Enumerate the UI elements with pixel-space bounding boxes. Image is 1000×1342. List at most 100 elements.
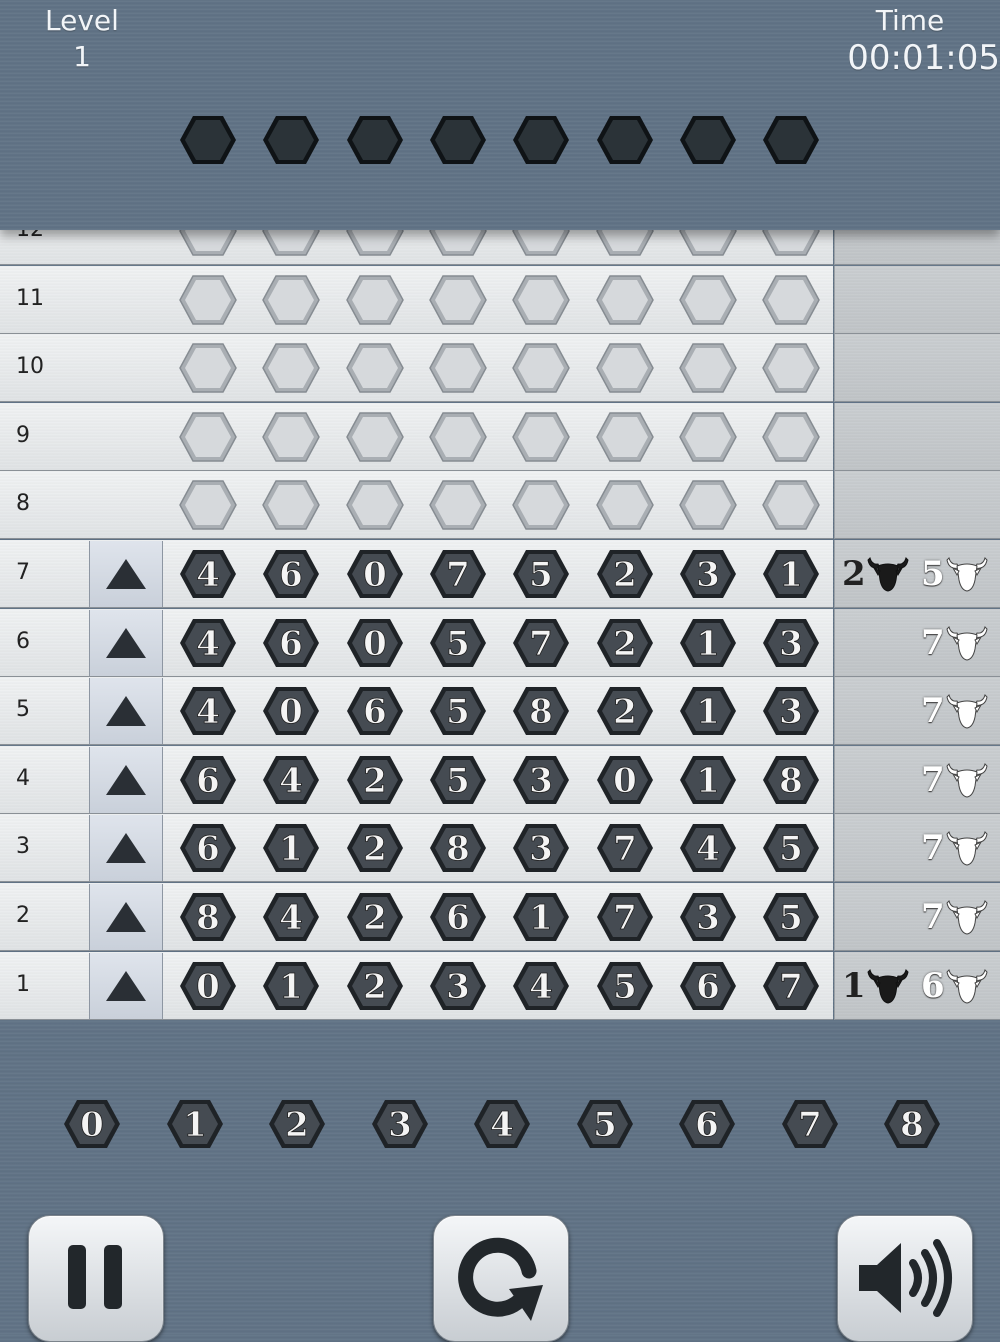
digit-key-8[interactable]: 8 — [882, 1098, 942, 1150]
empty-peg-slot[interactable] — [428, 479, 488, 531]
peg-digit: 1 — [279, 967, 303, 1007]
empty-peg-slot[interactable] — [678, 274, 738, 326]
peg-digit: 7 — [613, 898, 637, 938]
guess-peg: 4 — [178, 685, 238, 737]
submit-guess-button[interactable] — [89, 815, 163, 882]
empty-peg-slot[interactable] — [678, 342, 738, 394]
empty-peg-slot[interactable] — [595, 342, 655, 394]
empty-peg-slot[interactable] — [678, 230, 738, 257]
peg-digit: 6 — [695, 1105, 719, 1145]
triangle-up-icon — [106, 559, 146, 589]
empty-peg-slot[interactable] — [261, 411, 321, 463]
digit-key-6[interactable]: 6 — [677, 1098, 737, 1150]
empty-peg-slot[interactable] — [345, 230, 405, 257]
restart-button[interactable] — [433, 1215, 569, 1342]
guess-peg: 2 — [595, 548, 655, 600]
submit-guess-button[interactable] — [89, 678, 163, 745]
empty-peg-slot[interactable] — [428, 411, 488, 463]
peg-digit: 7 — [529, 624, 553, 664]
empty-peg-slot[interactable] — [345, 479, 405, 531]
guess-peg: 8 — [761, 754, 821, 806]
submit-guess-button[interactable] — [89, 952, 163, 1019]
guess-peg: 8 — [178, 891, 238, 943]
digit-key-5[interactable]: 5 — [575, 1098, 635, 1150]
submit-guess-button[interactable] — [89, 884, 163, 950]
digit-key-1[interactable]: 1 — [165, 1098, 225, 1150]
peg-digit: 1 — [696, 761, 720, 801]
empty-peg-slot[interactable] — [261, 342, 321, 394]
guess-peg: 2 — [595, 617, 655, 669]
empty-peg-slot[interactable] — [178, 342, 238, 394]
peg-digit: 4 — [696, 829, 720, 869]
empty-guess-row: 11 — [0, 265, 1000, 334]
empty-peg-slot[interactable] — [761, 274, 821, 326]
peg-digit: 5 — [779, 829, 803, 869]
guess-peg: 4 — [178, 617, 238, 669]
submit-guess-button[interactable] — [89, 541, 163, 607]
empty-peg-slot[interactable] — [595, 479, 655, 531]
digit-key-3[interactable]: 3 — [370, 1098, 430, 1150]
time-value: 00:01:05 — [847, 38, 1000, 78]
empty-peg-slot[interactable] — [511, 230, 571, 257]
empty-peg-slot[interactable] — [428, 274, 488, 326]
empty-peg-slot[interactable] — [678, 411, 738, 463]
empty-peg-slot[interactable] — [761, 411, 821, 463]
submit-guess-button[interactable] — [89, 609, 163, 676]
triangle-up-icon — [106, 833, 146, 864]
empty-peg-slot[interactable] — [761, 230, 821, 257]
empty-peg-slot[interactable] — [761, 342, 821, 394]
empty-peg-slot[interactable] — [178, 274, 238, 326]
empty-peg-slot[interactable] — [511, 479, 571, 531]
guess-peg: 6 — [261, 548, 321, 600]
empty-peg-slot[interactable] — [595, 274, 655, 326]
digit-key-7[interactable]: 7 — [780, 1098, 840, 1150]
peg-digit: 4 — [196, 624, 220, 664]
pause-button[interactable] — [28, 1215, 164, 1342]
empty-peg-slot[interactable] — [345, 274, 405, 326]
digit-key-2[interactable]: 2 — [267, 1098, 327, 1150]
empty-peg-slot[interactable] — [178, 479, 238, 531]
peg-digit: 8 — [196, 898, 220, 938]
speaker-icon — [859, 1239, 952, 1317]
digit-key-0[interactable]: 0 — [62, 1098, 122, 1150]
peg-digit: 6 — [696, 967, 720, 1007]
empty-peg-slot[interactable] — [261, 230, 321, 257]
cow-icon — [946, 831, 988, 866]
empty-peg-slot[interactable] — [178, 411, 238, 463]
peg-digit: 1 — [183, 1105, 207, 1145]
peg-digit: 3 — [696, 555, 720, 595]
guess-peg: 3 — [511, 754, 571, 806]
guess-peg: 5 — [761, 822, 821, 874]
empty-peg-slot[interactable] — [761, 479, 821, 531]
peg-digit: 5 — [446, 692, 470, 732]
guess-peg: 7 — [595, 822, 655, 874]
empty-peg-slot[interactable] — [345, 411, 405, 463]
empty-peg-slot[interactable] — [345, 342, 405, 394]
bull-icon — [867, 968, 909, 1004]
triangle-up-icon — [106, 902, 146, 932]
empty-peg-slot[interactable] — [595, 230, 655, 257]
digit-key-4[interactable]: 4 — [472, 1098, 532, 1150]
guess-peg: 3 — [761, 617, 821, 669]
sound-button[interactable] — [837, 1215, 973, 1342]
empty-peg-slot[interactable] — [428, 342, 488, 394]
empty-peg-slot[interactable] — [678, 479, 738, 531]
peg-digit: 2 — [613, 624, 637, 664]
empty-guess-row: 9 — [0, 402, 1000, 471]
empty-peg-slot[interactable] — [428, 230, 488, 257]
empty-peg-slot[interactable] — [511, 274, 571, 326]
peg-digit: 3 — [779, 692, 803, 732]
score-cell — [834, 402, 1000, 471]
empty-peg-slot[interactable] — [261, 479, 321, 531]
empty-peg-slot[interactable] — [595, 411, 655, 463]
triangle-up-icon — [106, 696, 146, 727]
submit-guess-button[interactable] — [89, 746, 163, 813]
peg-digit: 7 — [798, 1105, 822, 1145]
empty-peg-slot[interactable] — [261, 274, 321, 326]
empty-peg-slot[interactable] — [511, 411, 571, 463]
empty-peg-slot[interactable] — [511, 342, 571, 394]
guess-peg: 3 — [761, 685, 821, 737]
empty-peg-slot[interactable] — [178, 230, 238, 257]
empty-guess-row: 12 — [0, 230, 1000, 265]
guess-peg: 3 — [511, 822, 571, 874]
